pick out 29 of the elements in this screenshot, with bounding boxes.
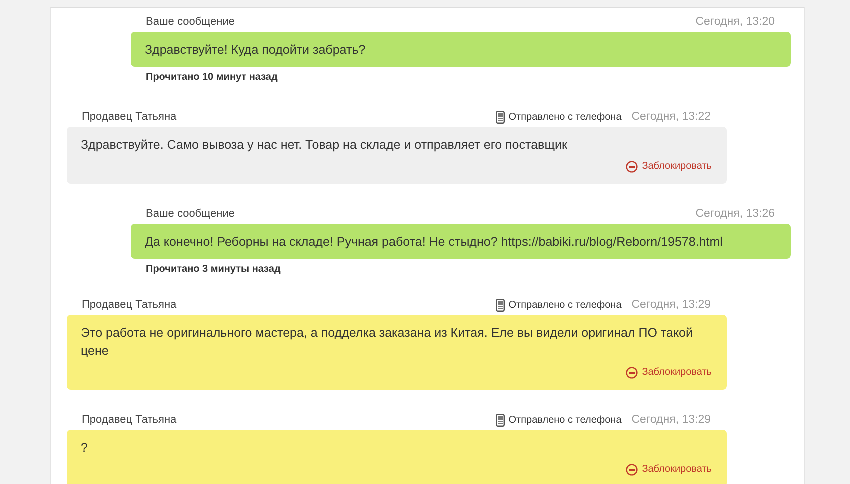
block-link[interactable]: Заблокировать	[626, 158, 712, 176]
message-time: Сегодня, 13:26	[696, 208, 775, 220]
message-time: Сегодня, 13:29	[632, 299, 711, 311]
block-link[interactable]: Заблокировать	[626, 364, 712, 382]
message-time: Сегодня, 13:22	[632, 111, 711, 123]
message-text: Здравствуйте! Куда подойти забрать?	[145, 42, 367, 59]
read-status: Прочитано 10 минут назад	[145, 71, 279, 83]
sent-from-phone-label: Отправлено с телефона	[508, 414, 622, 426]
sent-from-phone-label: Отправлено с телефона	[508, 112, 622, 122]
sent-from-phone-label: Отправлено с телефона	[508, 300, 622, 310]
sender-name: Ваше сообщение	[146, 16, 236, 28]
read-status: Прочитано 3 минуты назад	[145, 263, 282, 275]
message-time: Сегодня, 13:29	[632, 414, 711, 426]
message-text: Это работа не оригинального мастера, а подделка заказана из Китая. Еле вы видели оригинал ПО такой цене	[81, 325, 694, 360]
block-icon	[626, 464, 638, 476]
block-icon	[626, 161, 638, 173]
sender-name: Продавец Татьяна	[82, 111, 178, 123]
sender-name: Продавец Татьяна	[82, 414, 178, 426]
phone-icon	[496, 298, 505, 312]
phone-icon	[496, 110, 505, 124]
block-link[interactable]: Заблокировать	[626, 461, 712, 479]
sender-name: Продавец Татьяна	[82, 299, 178, 311]
message-time: Сегодня, 13:20	[696, 16, 775, 28]
phone-icon	[496, 414, 505, 426]
block-icon	[626, 367, 638, 379]
message-text: Да конечно! Реборны на складе! Ручная работа! Не стыдно? https://babiki.ru/blog/Reborn/19578.html	[145, 234, 724, 251]
message-text: Здравствуйте. Само вывоза у нас нет. Товар на складе и отправляет его поставщик	[81, 137, 568, 154]
sender-name: Ваше сообщение	[146, 208, 236, 220]
message-text: ?	[81, 440, 89, 457]
